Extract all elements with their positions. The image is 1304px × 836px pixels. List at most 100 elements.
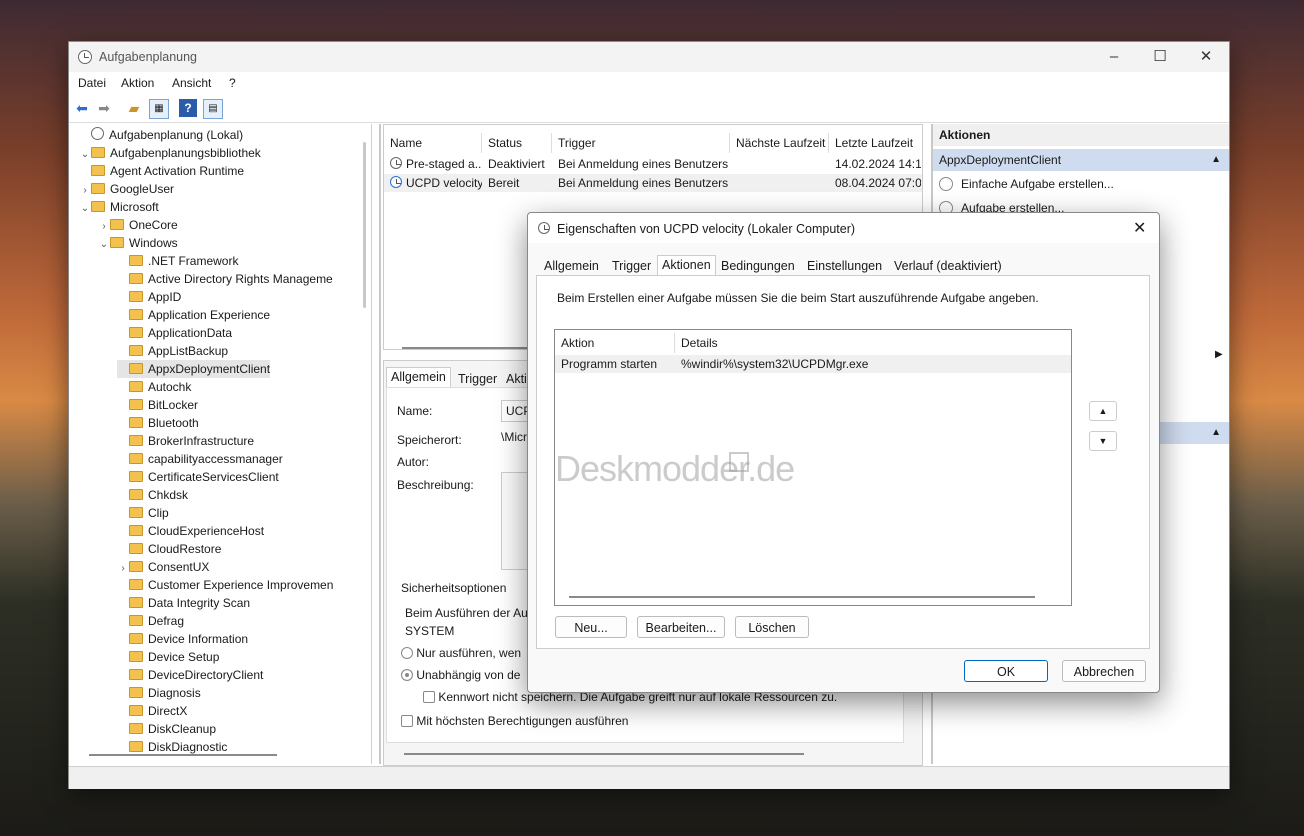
tree-item[interactable]: Bluetooth [117, 414, 199, 432]
tree-item[interactable]: Device Information [117, 630, 248, 648]
task-status: Bereit [488, 176, 520, 190]
back-arrow-icon[interactable]: ⬅ [73, 99, 91, 117]
tree-item[interactable]: CloudRestore [117, 540, 221, 558]
help-icon[interactable]: ? [179, 99, 197, 117]
tree-item[interactable]: DeviceDirectoryClient [117, 666, 263, 684]
details-hscrollbar[interactable] [404, 753, 804, 755]
watermark-text: Deskmodder.de [555, 448, 795, 489]
tree-item[interactable]: Aufgabenplanung (Lokal) [79, 126, 243, 144]
tree-item[interactable]: BrokerInfrastructure [117, 432, 254, 450]
run-as-value: SYSTEM [405, 624, 455, 638]
menu-aktion[interactable]: Aktion [121, 76, 154, 90]
dialog-tab-allgemein[interactable]: Allgemein [540, 257, 603, 275]
tree-horizontal-scrollbar[interactable] [89, 754, 277, 756]
tree-vertical-scrollbar[interactable] [363, 142, 366, 308]
edit-action-button[interactable]: Bearbeiten... [637, 616, 725, 638]
dialog-title-bar[interactable]: Eigenschaften von UCPD velocity (Lokaler… [528, 213, 1159, 243]
tree-item[interactable]: › ConsentUX [117, 558, 209, 576]
action-create-basic-task[interactable]: Einfache Aufgabe erstellen... [939, 174, 1114, 194]
tree-item[interactable]: Autochk [117, 378, 191, 396]
tree-item[interactable]: Chkdsk [117, 486, 188, 504]
tree-item[interactable]: capabilityaccessmanager [117, 450, 283, 468]
tree-item[interactable]: Clip [117, 504, 169, 522]
checkbox-highest-privileges[interactable]: Mit höchsten Berechtigungen ausführen [401, 714, 628, 728]
table-row[interactable]: Pre-staged a... Deaktiviert Bei Anmeldun… [384, 155, 922, 173]
tree-item[interactable]: Device Setup [117, 648, 219, 666]
tree-item[interactable]: Application Experience [117, 306, 270, 324]
maximize-button[interactable]: ☐ [1137, 42, 1183, 72]
delete-action-button[interactable]: Löschen [735, 616, 809, 638]
tree-item[interactable]: ⌄ Microsoft [79, 198, 159, 216]
tab-allgemein[interactable]: Allgemein [386, 367, 451, 389]
task-trigger: Bei Anmeldung eines Benutzers [558, 176, 729, 190]
cancel-button[interactable]: Abbrechen [1062, 660, 1146, 682]
forward-arrow-icon[interactable]: ➡ [95, 99, 113, 117]
tree-item[interactable]: AppListBackup [117, 342, 228, 360]
status-bar [69, 766, 1229, 789]
tree-item-label: GoogleUser [110, 182, 175, 196]
tree-item[interactable]: CertificateServicesClient [117, 468, 279, 486]
col-next-run[interactable]: Nächste Laufzeit [730, 133, 829, 153]
tree-item[interactable]: BitLocker [117, 396, 198, 414]
tree-item[interactable]: AppID [117, 288, 181, 306]
new-action-button[interactable]: Neu... [555, 616, 627, 638]
tree-item[interactable]: ApplicationData [117, 324, 232, 342]
col-last-run[interactable]: Letzte Laufzeit [829, 133, 922, 153]
tree-item[interactable]: Diagnosis [117, 684, 201, 702]
tree-item[interactable]: Active Directory Rights Manageme [117, 270, 333, 288]
col-trigger[interactable]: Trigger [552, 133, 730, 153]
menu-ansicht[interactable]: Ansicht [172, 76, 211, 90]
tree-item[interactable]: ⌄ Windows [98, 234, 178, 252]
close-button[interactable]: ✕ [1183, 42, 1229, 72]
dialog-tab-einstellungen[interactable]: Einstellungen [803, 257, 886, 275]
tree-item[interactable]: › OneCore [98, 216, 177, 234]
tree-item[interactable]: DirectX [117, 702, 187, 720]
tree-item[interactable]: CloudExperienceHost [117, 522, 264, 540]
dialog-tab-verlauf[interactable]: Verlauf (deaktiviert) [890, 257, 1006, 275]
actions-section-appx[interactable]: AppxDeploymentClient ▲ [933, 149, 1229, 171]
col-status[interactable]: Status [482, 133, 552, 153]
col-aktion[interactable]: Aktion [555, 333, 675, 353]
actions-table: Aktion Details Programm starten %windir%… [554, 329, 1072, 606]
tree-item[interactable]: Defrag [117, 612, 184, 630]
actions-table-hscrollbar[interactable] [569, 596, 1035, 598]
title-bar[interactable]: Aufgabenplanung – ☐ ✕ [69, 42, 1229, 72]
window-title: Aufgabenplanung [99, 50, 198, 64]
col-name[interactable]: Name [384, 133, 482, 153]
tree-item[interactable]: DiskCleanup [117, 720, 216, 738]
tree-item[interactable]: Customer Experience Improvemen [117, 576, 333, 594]
radio-independent[interactable]: Unabhängig von de [401, 668, 520, 682]
ok-button[interactable]: OK [964, 660, 1048, 682]
col-details[interactable]: Details [675, 333, 1071, 353]
task-list-hscrollbar[interactable] [402, 347, 532, 349]
tree-item[interactable]: Agent Activation Runtime [79, 162, 244, 180]
menu-datei[interactable]: Datei [78, 76, 106, 90]
tree-item[interactable]: › GoogleUser [79, 180, 174, 198]
tree-item[interactable]: AppxDeploymentClient [117, 360, 271, 378]
submenu-arrow-icon[interactable]: ▶ [1215, 349, 1223, 360]
move-up-button[interactable]: ▲ [1089, 401, 1117, 421]
table-row[interactable]: UCPD velocity Bereit Bei Anmeldung eines… [384, 174, 922, 192]
move-down-button[interactable]: ▼ [1089, 431, 1117, 451]
chevron-down-icon[interactable]: ⌄ [79, 200, 91, 218]
dialog-tab-bedingungen[interactable]: Bedingungen [717, 257, 799, 275]
menu-help[interactable]: ? [229, 76, 236, 90]
tab-trigger[interactable]: Trigger [454, 370, 501, 388]
show-action-pane-icon[interactable]: ▤ [203, 99, 223, 119]
tree-item[interactable]: Data Integrity Scan [117, 594, 250, 612]
tree-item[interactable]: .NET Framework [117, 252, 238, 270]
chevron-down-icon[interactable]: ⌄ [98, 236, 110, 254]
minimize-button[interactable]: – [1091, 42, 1137, 72]
dialog-tab-trigger[interactable]: Trigger [608, 257, 655, 275]
radio-logged-on[interactable]: Nur ausführen, wen [401, 646, 521, 660]
collapse-up-icon[interactable]: ▲ [1211, 149, 1221, 171]
collapse-up-icon[interactable]: ▲ [1211, 422, 1221, 444]
folder-up-icon[interactable]: ▰ [125, 99, 143, 117]
dialog-tab-aktionen[interactable]: Aktionen [657, 255, 716, 277]
show-hide-tree-icon[interactable]: ▦ [149, 99, 169, 119]
folder-icon [129, 273, 143, 284]
folder-icon [129, 255, 143, 266]
tree-item[interactable]: ⌄ Aufgabenplanungsbibliothek [79, 144, 261, 162]
table-row[interactable]: Programm starten %windir%\system32\UCPDM… [555, 355, 1071, 373]
dialog-close-icon[interactable]: ✕ [1133, 218, 1146, 238]
